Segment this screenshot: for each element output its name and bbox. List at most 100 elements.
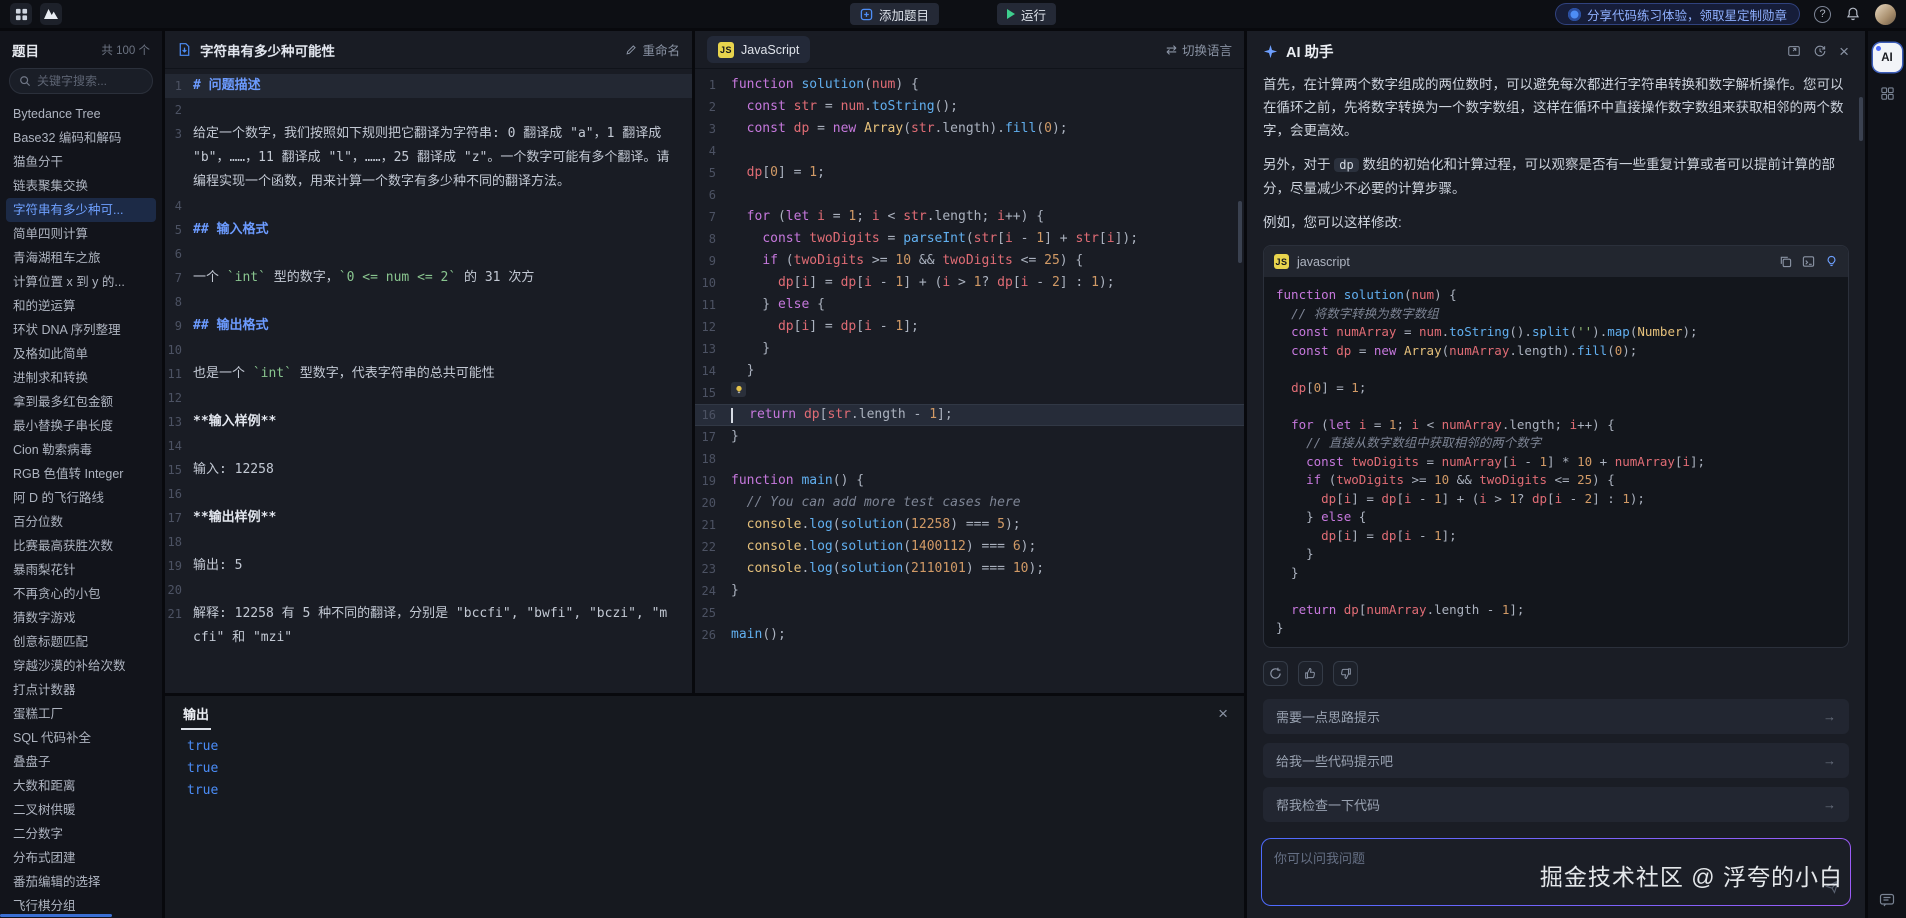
output-tab[interactable]: 输出 <box>181 697 211 730</box>
editor-line[interactable]: 20 // You can add more test cases here <box>695 492 1244 514</box>
editor-line[interactable]: 15 <box>695 382 1244 404</box>
editor-line[interactable]: 2 const str = num.toString(); <box>695 96 1244 118</box>
copy-icon[interactable] <box>1779 255 1792 268</box>
editor-line[interactable]: 1# 问题描述 <box>165 74 692 98</box>
sidebar-item[interactable]: 最小替换子串长度 <box>6 414 156 438</box>
editor-line[interactable]: 7一个 `int` 型的数字，`0 <= num <= 2` 的 31 次方 <box>165 266 692 290</box>
editor-line[interactable]: 15输入: 12258 <box>165 458 692 482</box>
editor-line[interactable]: 1function solution(num) { <box>695 74 1244 96</box>
sidebar-item[interactable]: 蛋糕工厂 <box>6 702 156 726</box>
sidebar-item[interactable]: 打点计数器 <box>6 678 156 702</box>
editor-line[interactable]: 4 <box>695 140 1244 162</box>
editor-line[interactable]: 18 <box>165 530 692 554</box>
brand-logo[interactable] <box>40 3 62 25</box>
editor-line[interactable]: 6 <box>165 242 692 266</box>
editor-line[interactable]: 2 <box>165 98 692 122</box>
sidebar-item[interactable]: 叠盘子 <box>6 750 156 774</box>
sidebar-item[interactable]: 及格如此简单 <box>6 342 156 366</box>
editor-line[interactable]: 20 <box>165 578 692 602</box>
sidebar-item[interactable]: 不再贪心的小包 <box>6 582 156 606</box>
editor-line[interactable]: 25 <box>695 602 1244 624</box>
insert-code-icon[interactable] <box>1802 255 1815 268</box>
editor-line[interactable]: 8 const twoDigits = parseInt(str[i - 1] … <box>695 228 1244 250</box>
editor-line[interactable]: 17} <box>695 426 1244 448</box>
editor-line[interactable]: 21解释: 12258 有 5 种不同的翻译，分别是 "bccfi", "bwf… <box>165 602 692 650</box>
editor-line[interactable]: 16 return dp[str.length - 1]; <box>695 404 1244 426</box>
search-box[interactable] <box>9 68 153 94</box>
ai-rail-button[interactable]: AI <box>1873 43 1902 72</box>
apps-grid-logo[interactable] <box>10 3 32 25</box>
sidebar-item[interactable]: 阿 D 的飞行路线 <box>6 486 156 510</box>
sidebar-item[interactable]: 番茄编辑的选择 <box>6 870 156 894</box>
ai-scrollbar[interactable] <box>1859 97 1863 141</box>
run-button[interactable]: 运行 <box>997 3 1056 25</box>
sidebar-item[interactable]: 二分数字 <box>6 822 156 846</box>
sidebar-item[interactable]: 拿到最多红包金额 <box>6 390 156 414</box>
sidebar-item[interactable]: 大数和距离 <box>6 774 156 798</box>
editor-line[interactable]: 23 console.log(solution(2110101) === 10)… <box>695 558 1244 580</box>
sidebar-item[interactable]: 二叉树供暖 <box>6 798 156 822</box>
sidebar-item[interactable]: Cion 勒索病毒 <box>6 438 156 462</box>
sidebar-item[interactable]: 进制求和转换 <box>6 366 156 390</box>
help-icon[interactable]: ? <box>1814 6 1831 23</box>
suggestion-button[interactable]: 帮我检查一下代码→ <box>1263 787 1849 822</box>
problem-editor[interactable]: 1# 问题描述23给定一个数字，我们按照如下规则把它翻译为字符串: 0 翻译成 … <box>165 69 692 693</box>
editor-line[interactable]: 24} <box>695 580 1244 602</box>
editor-line[interactable]: 3给定一个数字，我们按照如下规则把它翻译为字符串: 0 翻译成 "a"，1 翻译… <box>165 122 692 194</box>
sidebar-scrollbar[interactable] <box>0 914 112 917</box>
search-input[interactable] <box>37 74 143 88</box>
editor-line[interactable]: 5 dp[0] = 1; <box>695 162 1244 184</box>
sidebar-item[interactable]: 环状 DNA 序列整理 <box>6 318 156 342</box>
add-problem-button[interactable]: 添加题目 <box>850 3 939 25</box>
quickfix-bulb-icon[interactable] <box>731 382 746 397</box>
close-ai-icon[interactable]: × <box>1839 43 1849 60</box>
sidebar-item[interactable]: 青海湖租车之旅 <box>6 246 156 270</box>
editor-scrollbar[interactable] <box>1238 201 1242 263</box>
chat-rail-icon[interactable] <box>1879 892 1895 908</box>
sidebar-item[interactable]: Bytedance Tree <box>6 102 156 126</box>
sidebar-item[interactable]: 穿越沙漠的补给次数 <box>6 654 156 678</box>
editor-line[interactable]: 9## 输出格式 <box>165 314 692 338</box>
promo-badge[interactable]: 分享代码练习体验，领取星定制勋章 <box>1555 3 1800 25</box>
sidebar-item[interactable]: 和的逆运算 <box>6 294 156 318</box>
ai-input-box[interactable] <box>1261 838 1851 906</box>
editor-line[interactable]: 9 if (twoDigits >= 10 && twoDigits <= 25… <box>695 250 1244 272</box>
sidebar-item[interactable]: 创意标题匹配 <box>6 630 156 654</box>
editor-line[interactable]: 13 } <box>695 338 1244 360</box>
sidebar-item[interactable]: 猫鱼分干 <box>6 150 156 174</box>
apps-rail-icon[interactable] <box>1880 86 1895 101</box>
editor-line[interactable]: 13**输入样例** <box>165 410 692 434</box>
magic-bulb-icon[interactable] <box>1825 255 1838 268</box>
editor-line[interactable]: 5## 输入格式 <box>165 218 692 242</box>
suggestion-button[interactable]: 给我一些代码提示吧→ <box>1263 743 1849 778</box>
editor-line[interactable]: 11 } else { <box>695 294 1244 316</box>
bell-icon[interactable] <box>1845 6 1861 22</box>
avatar[interactable] <box>1875 4 1896 25</box>
sidebar-item[interactable]: 猜数字游戏 <box>6 606 156 630</box>
ai-question-input[interactable] <box>1274 848 1816 896</box>
sidebar-item[interactable]: 比赛最高获胜次数 <box>6 534 156 558</box>
editor-line[interactable]: 22 console.log(solution(1400112) === 6); <box>695 536 1244 558</box>
editor-line[interactable]: 14 <box>165 434 692 458</box>
editor-line[interactable]: 19输出: 5 <box>165 554 692 578</box>
editor-line[interactable]: 7 for (let i = 1; i < str.length; i++) { <box>695 206 1244 228</box>
send-icon[interactable] <box>1825 879 1840 897</box>
sidebar-item[interactable]: 暴雨梨花针 <box>6 558 156 582</box>
editor-line[interactable]: 21 console.log(solution(12258) === 5); <box>695 514 1244 536</box>
thumbs-down-button[interactable] <box>1333 661 1358 686</box>
code-editor[interactable]: 1function solution(num) {2 const str = n… <box>695 69 1244 693</box>
editor-line[interactable]: 11也是一个 `int` 型数字，代表字符串的总共可能性 <box>165 362 692 386</box>
history-icon[interactable] <box>1813 44 1827 58</box>
sidebar-item[interactable]: 简单四则计算 <box>6 222 156 246</box>
close-output-icon[interactable]: × <box>1218 705 1228 722</box>
editor-line[interactable]: 16 <box>165 482 692 506</box>
editor-line[interactable]: 12 <box>165 386 692 410</box>
switch-language-button[interactable]: ⇄ 切换语言 <box>1166 40 1232 59</box>
sidebar-item[interactable]: 链表聚集交换 <box>6 174 156 198</box>
editor-line[interactable]: 26main(); <box>695 624 1244 646</box>
editor-line[interactable]: 3 const dp = new Array(str.length).fill(… <box>695 118 1244 140</box>
editor-line[interactable]: 12 dp[i] = dp[i - 1]; <box>695 316 1244 338</box>
sidebar-item[interactable]: SQL 代码补全 <box>6 726 156 750</box>
editor-line[interactable]: 6 <box>695 184 1244 206</box>
language-tab[interactable]: JS JavaScript <box>707 36 810 63</box>
